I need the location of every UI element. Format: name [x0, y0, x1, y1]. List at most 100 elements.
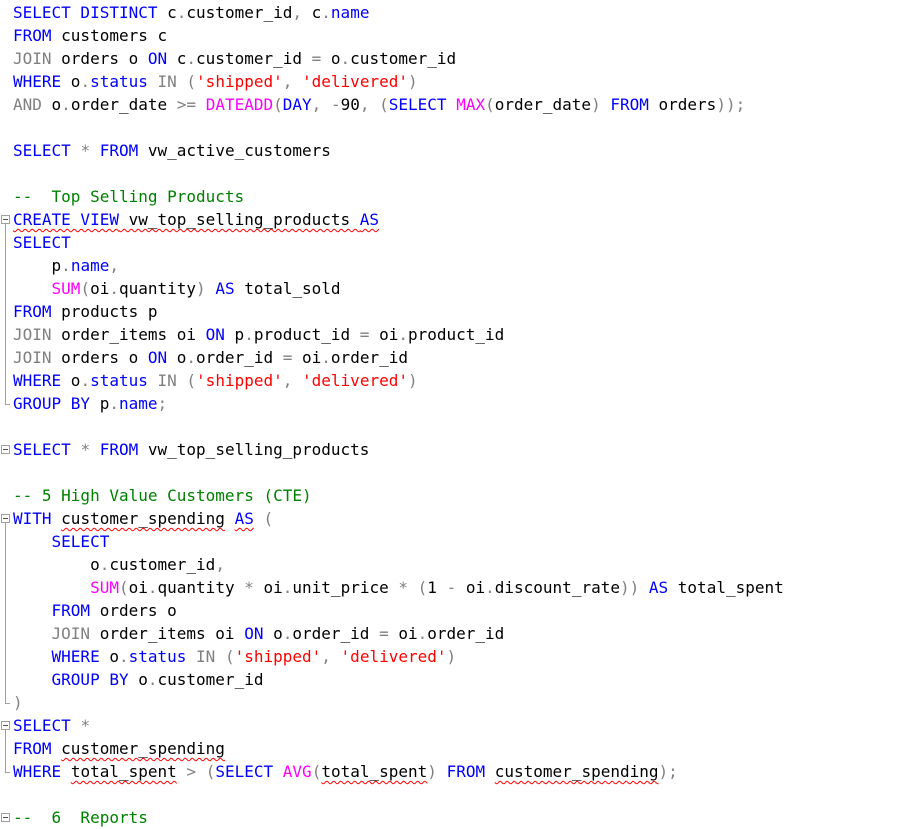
code-token: customer_id — [109, 555, 216, 574]
code-token: ) — [13, 693, 23, 712]
code-line[interactable]: WHERE o.status IN ('shipped', 'delivered… — [13, 70, 418, 93]
code-token: - — [330, 95, 341, 114]
code-token: 'shipped' — [196, 72, 283, 91]
code-token: vw_top_selling_products — [138, 440, 370, 459]
code-token: vw_active_customers — [138, 141, 331, 160]
code-line[interactable]: SELECT * FROM vw_active_customers — [13, 139, 331, 162]
code-line[interactable]: o.customer_id, — [13, 553, 225, 576]
code-token: SELECT — [13, 716, 71, 735]
code-line[interactable]: SUM(oi.quantity) AS total_sold — [13, 277, 341, 300]
code-line[interactable]: -- 5 High Value Customers (CTE) — [13, 484, 312, 507]
code-line[interactable]: FROM products p — [13, 300, 158, 323]
fold-collapse-icon[interactable] — [1, 445, 10, 454]
code-line[interactable]: SELECT DISTINCT c.customer_id, c.name — [13, 1, 369, 24]
code-token: . — [485, 578, 495, 597]
code-token: 'shipped' — [234, 647, 322, 666]
code-line[interactable]: WHERE total_spent > (SELECT AVG(total_sp… — [13, 760, 678, 783]
code-token: , — [311, 95, 331, 114]
code-token: p — [13, 256, 62, 275]
fold-guide-line — [5, 523, 6, 703]
fold-collapse-icon[interactable] — [1, 215, 10, 224]
code-token: . — [80, 72, 91, 91]
code-line[interactable]: SELECT — [13, 231, 71, 254]
code-token: name — [118, 394, 158, 413]
code-token: = — [359, 325, 370, 344]
code-token: WHERE — [13, 762, 62, 781]
code-token: SELECT — [13, 233, 71, 252]
code-token: WHERE — [13, 371, 62, 390]
code-line[interactable]: WHERE o.status IN ('shipped', 'delivered… — [13, 369, 418, 392]
code-token: CREATE VIEW — [13, 210, 119, 229]
code-token: * — [80, 440, 91, 459]
code-token: 'delivered' — [302, 371, 408, 390]
code-line[interactable]: CREATE VIEW vw_top_selling_products AS — [13, 208, 379, 231]
code-token: oi — [90, 279, 110, 298]
code-token: , — [215, 555, 225, 574]
code-token: SELECT — [388, 95, 447, 114]
code-line[interactable]: JOIN order_items oi ON p.product_id = oi… — [13, 323, 504, 346]
code-line[interactable]: JOIN orders o ON o.order_id = oi.order_i… — [13, 346, 408, 369]
code-token: oi — [388, 624, 418, 643]
code-token: product_id — [253, 325, 360, 344]
code-token: = — [379, 624, 389, 643]
code-token: customer_spending — [61, 509, 225, 528]
code-token: . — [99, 555, 110, 574]
code-line[interactable]: ) — [13, 691, 23, 714]
code-token: * — [244, 578, 254, 597]
code-token: ( — [485, 95, 495, 114]
code-token: -- 6 Reports — [13, 808, 148, 827]
code-token: ON — [244, 624, 264, 643]
code-token: orders — [648, 95, 717, 114]
code-token: . — [61, 256, 71, 275]
code-line[interactable]: FROM customers c — [13, 24, 167, 47]
code-line[interactable]: SELECT — [13, 530, 110, 553]
code-token: JOIN — [13, 325, 52, 344]
code-token: . — [147, 578, 158, 597]
code-line[interactable]: SELECT * FROM vw_top_selling_products — [13, 438, 369, 461]
code-token: name — [330, 3, 370, 22]
code-token: . — [186, 348, 197, 367]
code-line[interactable]: SUM(oi.quantity * oi.unit_price * (1 - o… — [13, 576, 784, 599]
code-line[interactable]: -- Top Selling Products — [13, 185, 244, 208]
code-token: , — [109, 256, 119, 275]
code-line[interactable]: FROM customer_spending — [13, 737, 225, 760]
code-token: products p — [51, 302, 158, 321]
sql-editor[interactable]: SELECT DISTINCT c.customer_id, c.name FRO… — [0, 0, 900, 829]
code-token: SELECT — [13, 440, 71, 459]
code-token: order_items oi — [51, 325, 206, 344]
code-token: oi — [253, 578, 283, 597]
code-line[interactable]: GROUP BY o.customer_id — [13, 668, 264, 691]
code-token: . — [109, 394, 119, 413]
fold-collapse-icon[interactable] — [1, 514, 10, 523]
code-line[interactable]: GROUP BY p.name; — [13, 392, 167, 415]
code-line[interactable]: SELECT * — [13, 714, 90, 737]
code-token: AS — [234, 509, 254, 528]
code-line[interactable]: AND o.order_date >= DATEADD(DAY, -90, (S… — [13, 93, 745, 116]
fold-collapse-icon[interactable] — [1, 721, 10, 730]
code-line[interactable]: WHERE o.status IN ('shipped', 'delivered… — [13, 645, 457, 668]
code-token: JOIN — [51, 624, 91, 643]
fold-gutter — [0, 0, 9, 829]
code-line[interactable]: JOIN order_items oi ON o.order_id = oi.o… — [13, 622, 505, 645]
code-token: . — [340, 49, 351, 68]
code-line[interactable]: FROM orders o — [13, 599, 177, 622]
code-line[interactable]: -- 6 Reports — [13, 806, 148, 829]
code-token: IN ( — [147, 72, 197, 91]
code-token: o — [61, 371, 81, 390]
code-line[interactable]: WITH customer_spending AS ( — [13, 507, 273, 530]
code-line[interactable]: p.name, — [13, 254, 119, 277]
code-token: JOIN — [13, 49, 52, 68]
fold-collapse-icon[interactable] — [1, 813, 10, 822]
code-line[interactable]: JOIN orders o ON c.customer_id = o.custo… — [13, 47, 456, 70]
code-token: customer_spending — [61, 739, 225, 758]
